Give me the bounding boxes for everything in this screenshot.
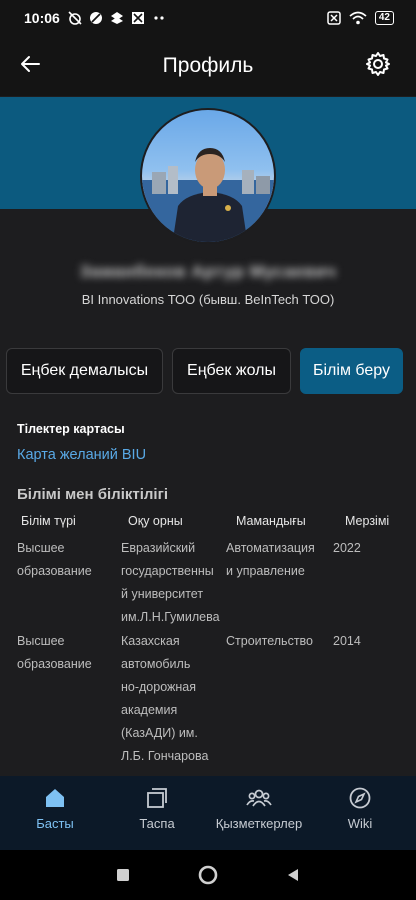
tab-work-history[interactable]: Еңбек жолы	[172, 348, 291, 394]
profile-screen: 10:06 42 Профиль Заманбеков Артур Мусаев…	[0, 0, 416, 900]
app-bar: Профиль	[0, 36, 416, 96]
status-bar: 10:06 42	[0, 0, 416, 36]
sync-icon	[89, 12, 102, 24]
close-box-icon	[327, 11, 341, 25]
cell-line: образование	[17, 564, 92, 578]
system-navigation-bar	[0, 850, 416, 900]
table-row-2-year: 2014	[333, 634, 361, 648]
table-row-2-type: Высшее образование	[17, 630, 92, 676]
status-icons-left	[68, 11, 166, 25]
table-row-2-institution: Казахская автомобиль но-дорожная академи…	[121, 630, 208, 768]
cell-line: и управление	[226, 564, 305, 578]
cell-line: государственны	[121, 564, 214, 578]
settings-button[interactable]	[362, 48, 394, 80]
tab-vacation[interactable]: Еңбек демалысы	[6, 348, 163, 394]
cell-line: академия	[121, 703, 178, 717]
cell-line: образование	[17, 657, 92, 671]
gear-icon	[366, 52, 390, 76]
cell-line: Высшее	[17, 634, 65, 648]
column-header-institution: Оқу орны	[128, 514, 183, 528]
nav-home[interactable]: Басты	[20, 776, 90, 850]
profile-company: BI Innovations ТОО (бывш. BeInTech ТОО)	[81, 292, 335, 307]
table-row-1-specialty: Автоматизация и управление	[226, 537, 315, 583]
more-dots-icon	[154, 16, 164, 20]
profile-name: Заманбеков Артур Мусаевич	[79, 262, 337, 281]
page-title: Профиль	[162, 54, 254, 77]
column-header-specialty: Мамандығы	[236, 514, 306, 528]
home-button[interactable]	[197, 864, 219, 886]
alarm-off-icon	[68, 11, 82, 25]
nav-wiki[interactable]: Wiki	[325, 776, 395, 850]
cell-line: Казахская	[121, 634, 180, 648]
education-title: Білімі мен біліктілігі	[17, 486, 169, 503]
recents-button[interactable]	[112, 864, 134, 886]
back-nav-button[interactable]	[282, 864, 304, 886]
feed-icon	[147, 788, 167, 808]
table-row-1-institution: Евразийский государственны й университет…	[121, 537, 220, 629]
battery-icon: 42	[374, 11, 394, 25]
cell-line: Высшее	[17, 541, 65, 555]
home-icon	[46, 789, 64, 807]
wishes-label: Тілектер картасы	[17, 422, 125, 436]
dropbox-icon	[110, 12, 123, 24]
nav-home-label: Басты	[36, 816, 74, 831]
cell-line: й университет	[121, 587, 204, 601]
status-icons-right: 42	[327, 11, 394, 25]
cell-line: Автоматизация	[226, 541, 315, 555]
table-row-2-specialty: Строительство	[226, 630, 313, 653]
cell-line: Строительство	[226, 634, 313, 648]
nav-wiki-label: Wiki	[347, 816, 373, 831]
column-header-period: Мерзімі	[345, 514, 390, 528]
cell-line: Евразийский	[121, 541, 196, 555]
column-header-type: Білім түрі	[21, 514, 76, 528]
avatar[interactable]	[140, 108, 276, 244]
nav-employees-label: Қызметкерлер	[215, 816, 303, 831]
cell-line: но-дорожная	[121, 680, 197, 694]
table-row-1-type: Высшее образование	[17, 537, 92, 583]
triangle-back-icon	[288, 869, 298, 881]
cell-line: автомобиль	[121, 657, 191, 671]
people-icon	[246, 789, 272, 807]
wifi-icon	[349, 11, 367, 25]
app-icon	[131, 12, 144, 24]
nav-feed[interactable]: Таспа	[122, 776, 192, 850]
status-time: 10:06	[24, 10, 60, 26]
cell-line: Л.Б. Гончарова	[121, 749, 209, 763]
circle-icon	[198, 865, 218, 885]
avatar-photo	[142, 148, 274, 242]
table-row-1-year: 2022	[333, 541, 361, 555]
compass-icon	[349, 787, 371, 809]
tab-education[interactable]: Білім беру	[300, 348, 403, 394]
nav-employees[interactable]: Қызметкерлер	[208, 776, 310, 850]
cell-line: им.Л.Н.Гумилева	[121, 610, 220, 624]
bottom-navigation: Басты Таспа Қызметкерлер Wiki	[0, 776, 416, 850]
cell-line: (КазАДИ) им.	[121, 726, 198, 740]
nav-feed-label: Таспа	[139, 816, 175, 831]
square-icon	[117, 869, 129, 881]
wishes-link[interactable]: Карта желаний BIU	[17, 447, 146, 463]
